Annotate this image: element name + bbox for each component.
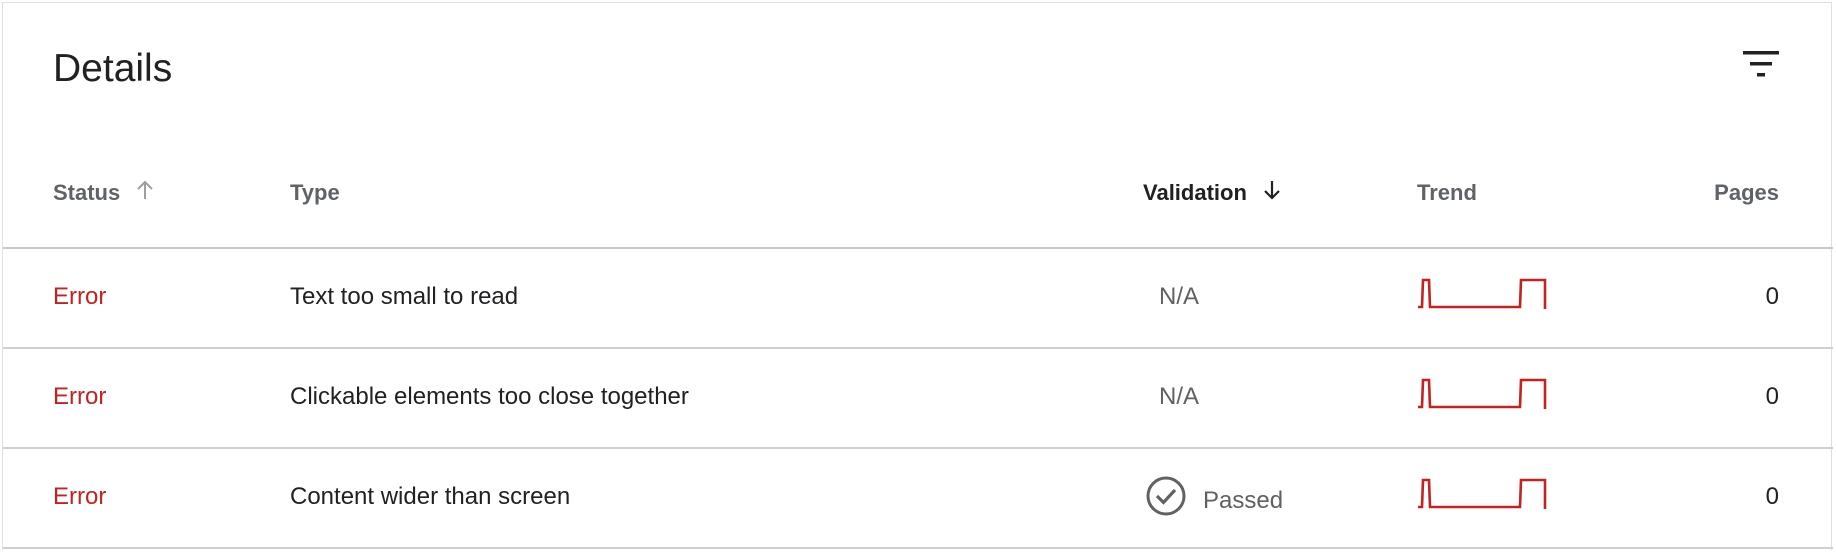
column-header-pages[interactable]: Pages (1714, 177, 1779, 209)
status-text: Error (53, 283, 107, 310)
column-header-trend[interactable]: Trend (1417, 177, 1477, 209)
filter-button[interactable] (1739, 47, 1783, 81)
trend-sparkline (1417, 375, 1547, 424)
pages-count: 0 (1765, 283, 1779, 310)
arrow-down-icon (1261, 178, 1283, 210)
pages-count: 0 (1765, 383, 1779, 410)
column-header-validation-label: Validation (1143, 180, 1247, 205)
column-header-status[interactable]: Status (53, 177, 156, 210)
validation-status: N/A (1159, 283, 1200, 310)
trend-sparkline (1417, 475, 1547, 524)
table-header: Status Type Validation Trend Pages (3, 163, 1833, 249)
table-row[interactable]: Error Text too small to read N/A 0 (3, 249, 1833, 349)
issue-type: Text too small to read (290, 283, 519, 310)
column-header-status-label: Status (53, 180, 121, 205)
column-header-validation[interactable]: Validation (1143, 177, 1283, 210)
details-card: Details Status Type Validation Trend Pag… (2, 2, 1833, 550)
page-title: Details (53, 47, 173, 90)
validation-status-label: Passed (1203, 486, 1284, 514)
filter-list-icon (1743, 51, 1779, 77)
table-row[interactable]: Error Content wider than screen Passed 0 (3, 449, 1833, 549)
validation-status: Passed (1145, 475, 1283, 526)
pages-count: 0 (1765, 483, 1779, 510)
arrow-up-icon (134, 178, 156, 210)
column-header-type[interactable]: Type (290, 177, 340, 209)
status-text: Error (53, 483, 107, 510)
issue-type: Content wider than screen (290, 483, 571, 510)
check-circle-icon (1145, 475, 1187, 526)
status-text: Error (53, 383, 107, 410)
table-row[interactable]: Error Clickable elements too close toget… (3, 349, 1833, 449)
validation-status: N/A (1159, 383, 1200, 410)
issue-type: Clickable elements too close together (290, 383, 689, 410)
trend-sparkline (1417, 275, 1547, 324)
